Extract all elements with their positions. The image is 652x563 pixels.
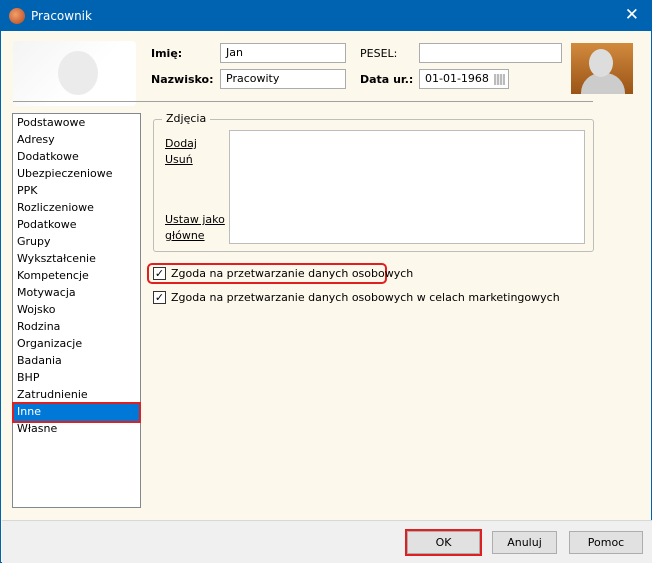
set-main-photo-link-line1[interactable]: Ustaw jako [165,213,225,226]
set-main-photo-link-line2[interactable]: główne [165,229,205,242]
pesel-label: PESEL: [360,47,398,60]
category-item[interactable]: Badania [14,353,139,370]
add-photo-link[interactable]: Dodaj [165,137,197,150]
remove-photo-link[interactable]: Usuń [165,153,193,166]
category-item[interactable]: Zatrudnienie [14,387,139,404]
marketing-consent-checkbox[interactable]: ✓ [153,291,166,304]
category-item[interactable]: Adresy [14,132,139,149]
category-item[interactable]: Dodatkowe [14,149,139,166]
category-item[interactable]: Wykształcenie [14,251,139,268]
marketing-consent-label: Zgoda na przetwarzanie danych osobowych … [171,291,560,304]
app-icon [9,8,25,24]
category-item[interactable]: PPK [14,183,139,200]
last-name-label: Nazwisko: [151,73,214,86]
employee-card-image [13,41,136,106]
birth-date-input[interactable]: 01-01-1968 [419,69,509,89]
cancel-button[interactable]: Anuluj [492,531,557,554]
help-button[interactable]: Pomoc [569,531,643,554]
category-item[interactable]: Podatkowe [14,217,139,234]
category-item[interactable]: Motywacja [14,285,139,302]
birth-date-value: 01-01-1968 [425,72,489,85]
divider [13,101,593,102]
first-name-label: Imię: [151,47,183,60]
photo-preview [229,130,585,244]
calendar-icon[interactable] [494,74,505,85]
title-bar: Pracownik ✕ [1,1,651,31]
category-item[interactable]: BHP [14,370,139,387]
avatar[interactable] [571,43,633,94]
pesel-input[interactable] [419,43,562,63]
category-item[interactable]: Grupy [14,234,139,251]
ok-button[interactable]: OK [405,529,482,556]
close-icon[interactable]: ✕ [625,5,639,25]
category-item[interactable]: Ubezpieczeniowe [14,166,139,183]
category-item[interactable]: Rozliczeniowe [14,200,139,217]
category-item[interactable]: Organizacje [14,336,139,353]
first-name-input[interactable]: Jan [220,43,346,63]
category-item[interactable]: Kompetencje [14,268,139,285]
consent-label: Zgoda na przetwarzanie danych osobowych [171,267,414,280]
category-item[interactable]: Rodzina [14,319,139,336]
last-name-input[interactable]: Pracowity [220,69,346,89]
birth-date-label: Data ur.: [360,73,414,86]
category-item[interactable]: Własne [14,421,139,438]
consent-checkbox[interactable]: ✓ [153,267,166,280]
dialog-window: Pracownik ✕ Imię: Jan Nazwisko: Pracowit… [0,0,652,563]
category-list[interactable]: Podstawowe Adresy Dodatkowe Ubezpieczeniowe… [12,113,141,508]
category-item[interactable]: Inne [12,402,141,423]
button-bar: OK Anuluj Pomoc [2,520,652,563]
window-title: Pracownik [31,9,92,23]
category-item[interactable]: Wojsko [14,302,139,319]
photos-legend: Zdjęcia [162,112,211,125]
category-item[interactable]: Podstawowe [14,115,139,132]
